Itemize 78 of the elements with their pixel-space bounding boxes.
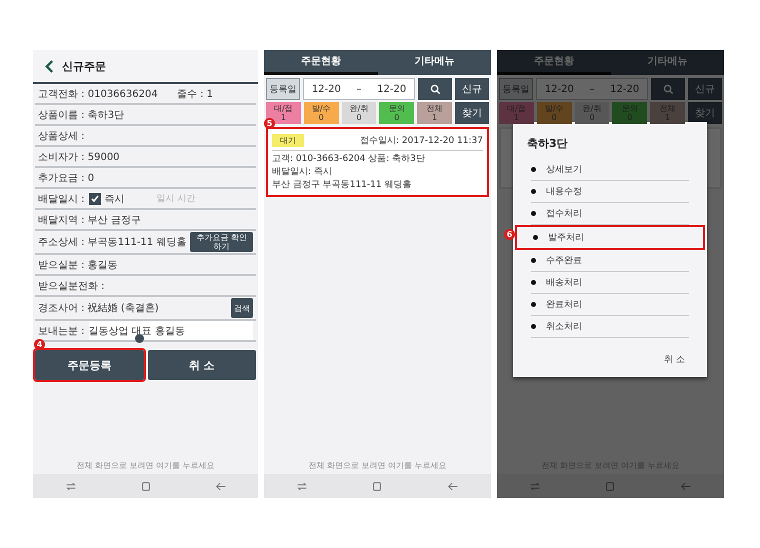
field-text: 받으실분전화 : [38,280,105,292]
new-order-button[interactable]: 신규 [455,78,489,100]
menu-item[interactable]: 발주처리 [515,225,705,250]
field-text: 경조사어 : 祝結婚 (축결혼) [38,302,160,315]
recent-apps-icon[interactable] [64,480,76,492]
date-text: 12-20 [544,84,574,94]
option-label: 즉시 [104,192,125,206]
step-number-badge: 4 [34,339,45,350]
recent-apps-icon[interactable] [296,480,308,492]
field-text: 고객전화 : 01036636204 [38,88,158,100]
home-icon[interactable] [371,480,384,492]
field-label: 보내는분 : [38,324,85,338]
back-chevron-icon[interactable] [45,60,54,72]
checkbox[interactable] [88,192,101,204]
date-time-field[interactable]: 일시 시간 [156,194,217,204]
order-detail-text: 고객: 010-3663-6204 상품: 축하3단 [272,153,426,166]
bullet-icon [531,189,536,194]
status-badge: 대기 [272,134,304,147]
field-text: 줄수 : 1 [176,88,213,100]
search-button[interactable] [418,78,452,100]
bullet-icon [531,258,536,263]
bullet-icon [531,211,536,216]
bullet-icon [531,167,536,172]
step-number-badge: 5 [264,118,275,129]
status-filter-tab[interactable]: 전체 1 [417,102,452,124]
order-card[interactable]: 대기 접수일시: 2017-12-20 11:37 고객: 010-3663-6204 상품: 축하3단 배달일시: 즉시 부산 금정구 부곡동111-11 웨딩홀 [266,127,489,197]
text-cursor-handle-icon[interactable] [135,334,144,343]
date-text: 12-20 [312,84,341,94]
bullet-icon [531,280,536,285]
dialog-title: 축하3단 [526,136,569,152]
menu-item[interactable]: 상세보기 [531,159,689,181]
date-type-button[interactable]: 등록일 [266,78,300,100]
field-text: 상품상세 : [38,130,85,142]
date-text: 12-20 [377,84,406,94]
field-text: 주소상세 : 부곡동111-11 웨딩홀 [38,236,186,249]
date-separator: – [356,84,362,94]
row-button[interactable]: 검색 [231,298,253,318]
field-label: 배달일시 : [38,192,85,206]
find-button[interactable]: 찾기 [454,102,489,124]
back-icon[interactable] [214,480,226,492]
step-number-badge: 6 [504,229,515,240]
menu-item[interactable]: 내용수정 [531,181,689,203]
form-button[interactable]: 취 소 [148,350,256,380]
tab[interactable]: 주문현황 [264,50,378,75]
form-button[interactable]: 주문등록 [35,350,144,380]
date-range-field[interactable]: 12-20 – 12-20 [303,78,415,100]
field-text: 추가요금 : 0 [38,172,94,184]
screen-title: 신규주문 [62,58,106,74]
menu-item[interactable]: 배송처리 [531,272,689,294]
date-separator: – [590,84,594,94]
received-time: 접수일시: 2017-12-20 11:37 [360,135,483,147]
recent-apps-icon[interactable] [528,480,541,492]
order-detail-text: 부산 금정구 부곡동111-11 웨딩홀 [272,179,412,192]
tab[interactable]: 기타메뉴 [378,50,491,75]
home-icon[interactable] [140,480,152,492]
field-text: 받으실분 : 홍길동 [38,258,118,272]
row-button[interactable]: 추가요금 확인하기 [190,232,253,252]
status-filter-tab[interactable]: 완/취 0 [342,102,376,124]
date-text: 12-20 [610,84,640,94]
bullet-icon [531,302,536,307]
field-text: 소비자가 : 59000 [38,150,120,164]
status-filter-tab[interactable]: 발/수 0 [304,102,339,124]
field-text: 상품이름 : 축하3단 [38,108,124,122]
home-icon[interactable] [604,480,616,492]
search-icon [430,84,440,94]
cancel-button[interactable]: 취 소 [658,352,691,367]
menu-item[interactable]: 수주완료 [531,250,689,272]
menu-item[interactable]: 완료처리 [531,294,689,316]
menu-item[interactable]: 취소처리 [531,316,689,338]
search-icon [662,84,674,94]
status-filter-tab[interactable]: 문의 0 [379,102,414,124]
field-text: 배달지역 : 부산 금정구 [38,214,141,226]
back-icon[interactable] [447,480,460,492]
back-icon[interactable] [680,480,692,492]
sender-field[interactable]: 길동상업 대표 홍길동 [88,321,253,340]
bullet-icon [531,324,536,329]
bullet-icon [533,235,538,240]
order-detail-text: 배달일시: 즉시 [272,166,333,179]
